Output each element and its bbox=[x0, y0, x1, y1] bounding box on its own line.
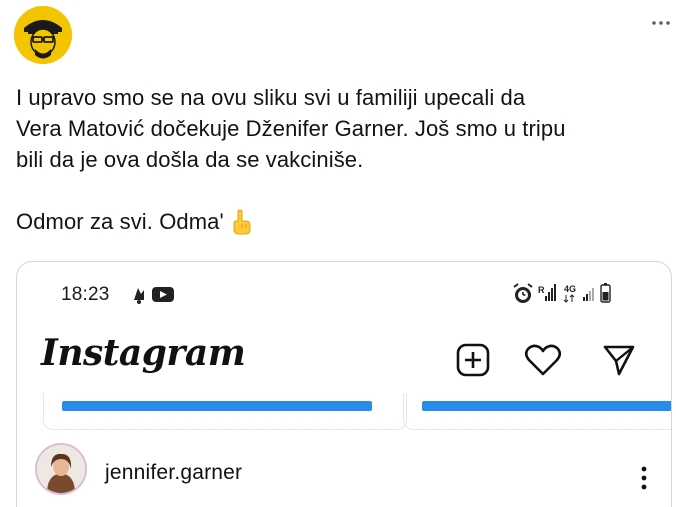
network-label: 4G bbox=[564, 284, 576, 294]
post-username[interactable]: jennifer.garner bbox=[105, 461, 242, 485]
roaming-label: R bbox=[538, 285, 545, 295]
alarm-icon bbox=[513, 283, 533, 303]
battery-icon bbox=[600, 283, 611, 303]
tweet-text-last: Odmor za svi. Odma' bbox=[16, 209, 224, 234]
tweet-text: I upravo smo se na ovu sliku svi u famil… bbox=[16, 82, 666, 237]
add-post-icon[interactable] bbox=[453, 340, 493, 380]
status-icons-left bbox=[130, 282, 182, 306]
story-button-bar bbox=[62, 401, 372, 411]
tweet-text-line: bili da je ova došla da se vakciniše. bbox=[16, 147, 364, 172]
embedded-image-card[interactable]: 18:23 R 4G Instagram jennifer.garner bbox=[16, 261, 672, 507]
post-avatar[interactable] bbox=[35, 443, 87, 495]
author-avatar-image bbox=[14, 6, 72, 64]
pointing-up-emoji bbox=[230, 209, 252, 235]
status-time: 18:23 bbox=[61, 284, 110, 305]
tweet-text-line: I upravo smo se na ovu sliku svi u famil… bbox=[16, 85, 526, 110]
author-avatar[interactable] bbox=[14, 6, 72, 64]
youtube-icon bbox=[152, 287, 174, 302]
tweet-text-line-last: Odmor za svi. Odma' bbox=[16, 206, 666, 237]
post-header: jennifer.garner bbox=[35, 443, 655, 503]
signal-weak-icon bbox=[583, 288, 594, 301]
stories-strip bbox=[17, 393, 671, 435]
4g-icon: 4G bbox=[563, 284, 576, 303]
story-card[interactable] bbox=[403, 393, 671, 430]
heart-icon[interactable] bbox=[523, 340, 563, 380]
tweet-text-line: Vera Matović dočekuje Dženifer Garner. J… bbox=[16, 116, 566, 141]
instagram-actions bbox=[453, 340, 653, 380]
signal-icon: R bbox=[538, 284, 556, 301]
notification-icon bbox=[134, 288, 144, 304]
send-icon[interactable] bbox=[599, 340, 639, 380]
more-horizontal-icon[interactable] bbox=[651, 14, 671, 25]
status-icons-right: R 4G bbox=[511, 280, 631, 308]
story-card[interactable] bbox=[43, 393, 407, 430]
story-button-bar bbox=[422, 401, 671, 411]
more-vertical-icon[interactable] bbox=[639, 463, 649, 493]
instagram-logo: Instagram bbox=[41, 332, 246, 374]
